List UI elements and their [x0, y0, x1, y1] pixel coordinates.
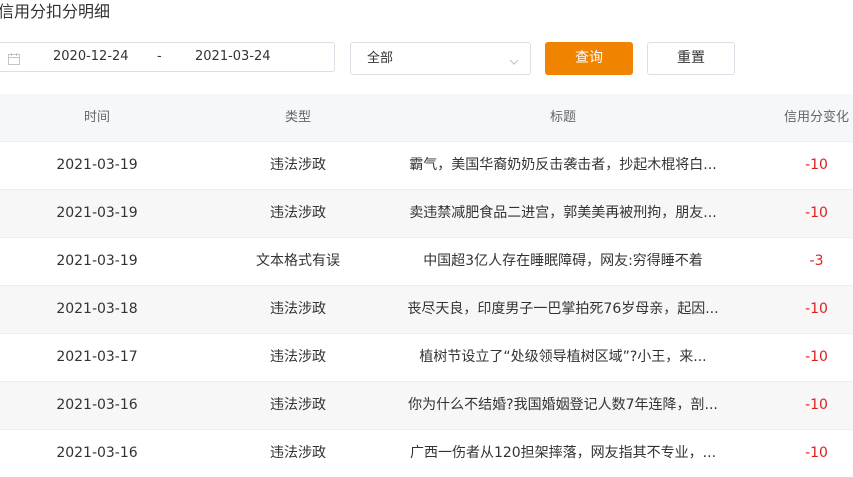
date-range-picker[interactable]: 2020-12-24 - 2021-03-24 [0, 42, 335, 72]
table-row: 2021-03-17 违法涉政 植树节设立了“处级领导植树区域”?小王，来...… [0, 333, 853, 381]
header-title: 标题 [549, 110, 576, 125]
cell-change: -10 [805, 157, 828, 173]
cell-type: 违法涉政 [270, 445, 326, 461]
cell-change: -10 [805, 301, 828, 317]
page-title: 信用分扣分明细 [0, 2, 111, 21]
cell-change: -10 [805, 445, 828, 461]
query-button[interactable]: 查询 [545, 42, 633, 75]
cell-time: 2021-03-17 [56, 349, 138, 365]
header-change: 信用分变化 [783, 110, 849, 125]
cell-type: 文本格式有误 [256, 253, 340, 269]
start-date[interactable]: 2020-12-24 [53, 43, 129, 71]
calendar-icon [7, 51, 21, 65]
table-header: 时间 类型 标题 信用分变化 [0, 94, 853, 141]
cell-type: 违法涉政 [270, 205, 326, 221]
cell-title[interactable]: 中国超3亿人存在睡眠障碍，网友:穷得睡不着 [398, 238, 728, 285]
table-row: 2021-03-19 文本格式有误 中国超3亿人存在睡眠障碍，网友:穷得睡不着 … [0, 237, 853, 285]
cell-title[interactable]: 广西一伤者从120担架摔落，网友指其不专业，... [398, 430, 728, 477]
cell-title[interactable]: 卖违禁减肥食品二进宫，郭美美再被刑拘，朋友... [398, 190, 728, 237]
cell-type: 违法涉政 [270, 157, 326, 173]
table-row: 2021-03-19 违法涉政 霸气，美国华裔奶奶反击袭击者，抄起木棍将白...… [0, 141, 853, 189]
table-row: 2021-03-19 违法涉政 卖违禁减肥食品二进宫，郭美美再被刑拘，朋友...… [0, 189, 853, 237]
table-row: 2021-03-16 违法涉政 广西一伤者从120担架摔落，网友指其不专业，..… [0, 429, 853, 477]
cell-title[interactable]: 丧尽天良，印度男子一巴掌拍死76岁母亲，起因... [398, 286, 728, 333]
chevron-down-icon [508, 53, 520, 65]
type-select[interactable]: 全部 [350, 42, 531, 75]
header-type: 类型 [284, 110, 311, 125]
cell-type: 违法涉政 [270, 349, 326, 365]
date-separator: - [157, 49, 162, 64]
cell-time: 2021-03-19 [56, 253, 138, 269]
cell-time: 2021-03-16 [56, 397, 138, 413]
cell-change: -10 [805, 349, 828, 365]
cell-type: 违法涉政 [270, 397, 326, 413]
table-row: 2021-03-18 违法涉政 丧尽天良，印度男子一巴掌拍死76岁母亲，起因..… [0, 285, 853, 333]
cell-time: 2021-03-16 [56, 445, 138, 461]
reset-button[interactable]: 重置 [647, 42, 735, 75]
cell-type: 违法涉政 [270, 301, 326, 317]
cell-change: -3 [809, 253, 824, 269]
end-date[interactable]: 2021-03-24 [195, 43, 271, 71]
header-time: 时间 [83, 110, 110, 125]
cell-time: 2021-03-18 [56, 301, 138, 317]
cell-title[interactable]: 你为什么不结婚?我国婚姻登记人数7年连降，剖... [398, 382, 728, 429]
cell-title[interactable]: 霸气，美国华裔奶奶反击袭击者，抄起木棍将白... [398, 142, 728, 189]
cell-change: -10 [805, 205, 828, 221]
cell-time: 2021-03-19 [56, 205, 138, 221]
cell-change: -10 [805, 397, 828, 413]
table-row: 2021-03-16 违法涉政 你为什么不结婚?我国婚姻登记人数7年连降，剖..… [0, 381, 853, 429]
deduction-table: 时间 类型 标题 信用分变化 2021-03-19 违法涉政 霸气，美国华裔奶奶… [0, 94, 853, 477]
cell-title[interactable]: 植树节设立了“处级领导植树区域”?小王，来... [398, 334, 728, 381]
type-select-value: 全部 [367, 51, 394, 66]
cell-time: 2021-03-19 [56, 157, 138, 173]
